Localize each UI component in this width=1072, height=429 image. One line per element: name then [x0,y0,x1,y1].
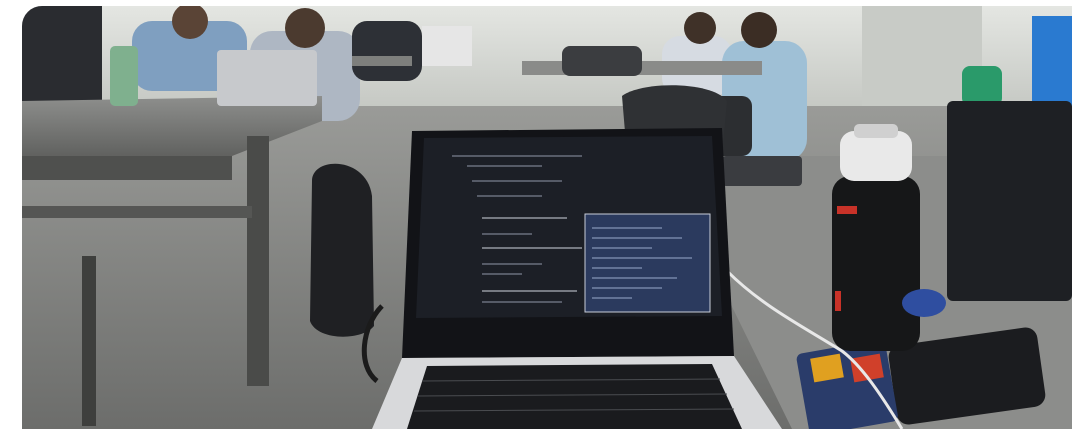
back-desk [352,56,412,66]
card [796,339,898,429]
mouse [902,289,946,317]
main-laptop [372,128,782,429]
backpack [310,163,374,337]
right-keyboard [722,156,802,186]
water-bottle [832,124,920,351]
photo-scene [22,6,1072,429]
laptop-keyboard [407,364,742,429]
terminal-window [584,213,711,313]
photo [22,6,1072,429]
background-laptop [217,50,317,106]
right-monitor [947,101,1072,301]
